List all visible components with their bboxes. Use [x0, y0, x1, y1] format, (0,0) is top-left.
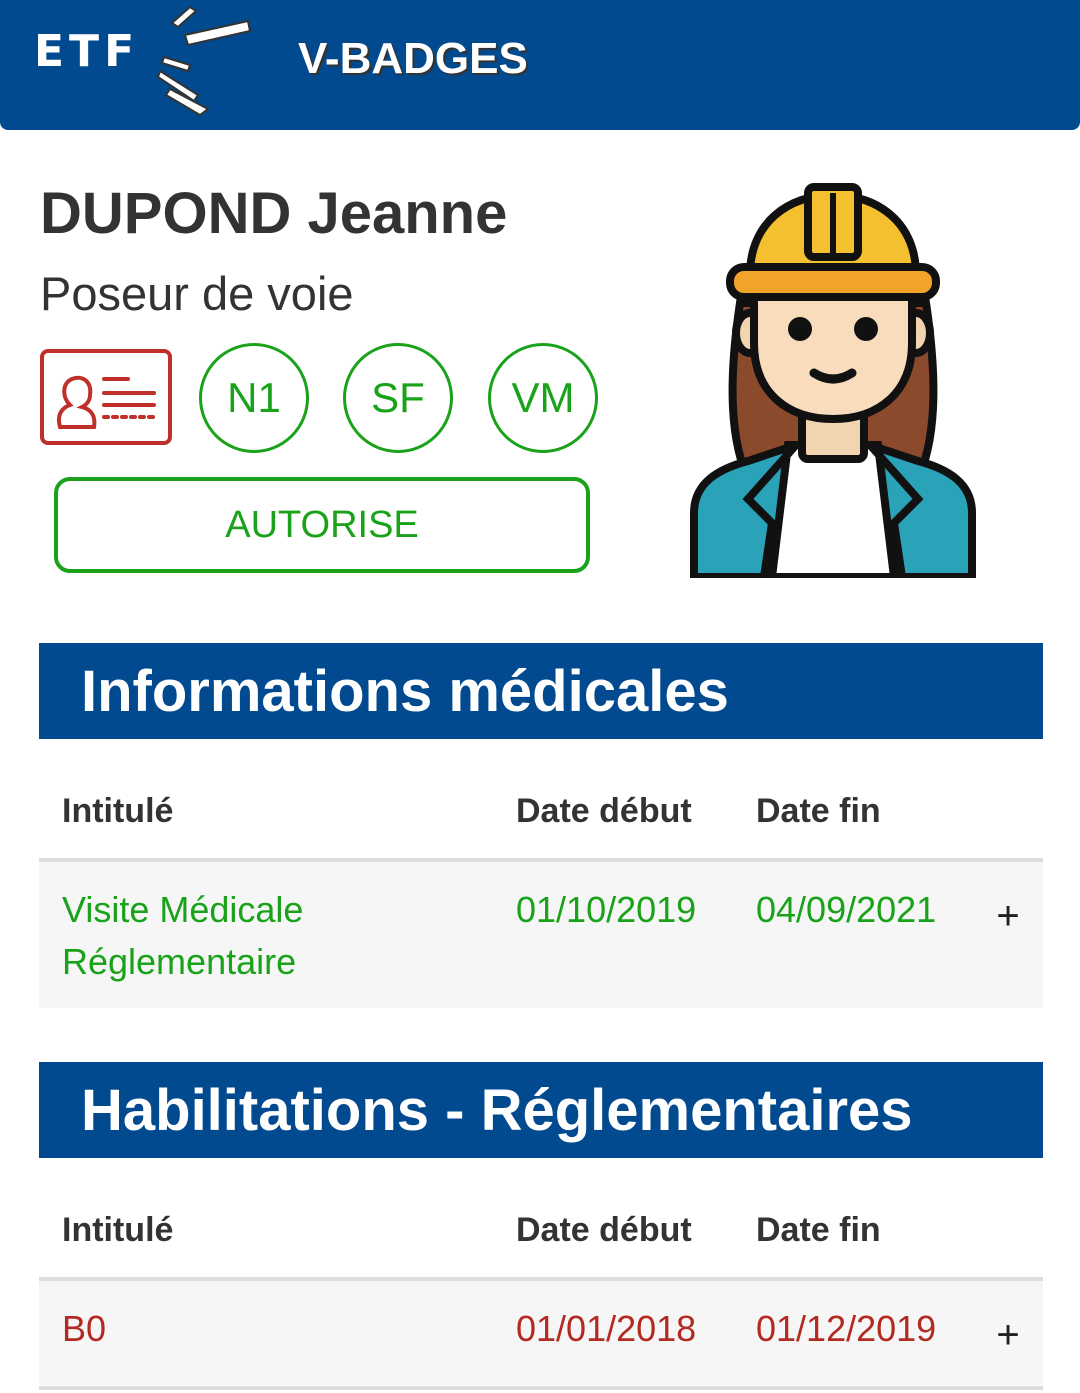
- status-badge: AUTORISE: [54, 477, 590, 573]
- section-title-habilitations: Habilitations - Réglementaires: [39, 1062, 1043, 1158]
- app-header: ETF V-BADGES: [0, 0, 1080, 130]
- section-title-medical: Informations médicales: [39, 643, 1043, 739]
- expand-row-button[interactable]: +: [988, 1313, 1028, 1358]
- column-header-end-date: Date fin: [756, 792, 881, 830]
- app-title: V-BADGES: [298, 34, 528, 83]
- column-header-start-date: Date début: [516, 792, 692, 830]
- person-role: Poseur de voie: [40, 267, 354, 320]
- badge-vm[interactable]: VM: [488, 343, 598, 453]
- row-start-date: 01/10/2019: [516, 889, 697, 930]
- table-divider: [39, 1386, 1043, 1390]
- row-end-date: 01/12/2019: [756, 1308, 937, 1349]
- row-end-date: 04/09/2021: [756, 889, 937, 930]
- row-label: B0: [62, 1308, 107, 1349]
- expand-row-button[interactable]: +: [988, 894, 1028, 939]
- badge-sf[interactable]: SF: [343, 343, 453, 453]
- column-header-start-date: Date début: [516, 1211, 692, 1249]
- badge-n1[interactable]: N1: [199, 343, 309, 453]
- worker-woman-avatar-icon: [690, 183, 976, 578]
- column-header-label: Intitulé: [62, 1211, 174, 1249]
- logo-text: ETF: [34, 26, 140, 77]
- row-start-date: 01/01/2018: [516, 1308, 697, 1349]
- column-header-end-date: Date fin: [756, 1211, 881, 1249]
- row-label: Visite Médicale Réglementaire: [62, 889, 304, 982]
- id-card-icon[interactable]: [40, 349, 172, 445]
- column-header-label: Intitulé: [62, 792, 174, 830]
- person-name: DUPOND Jeanne: [40, 181, 508, 246]
